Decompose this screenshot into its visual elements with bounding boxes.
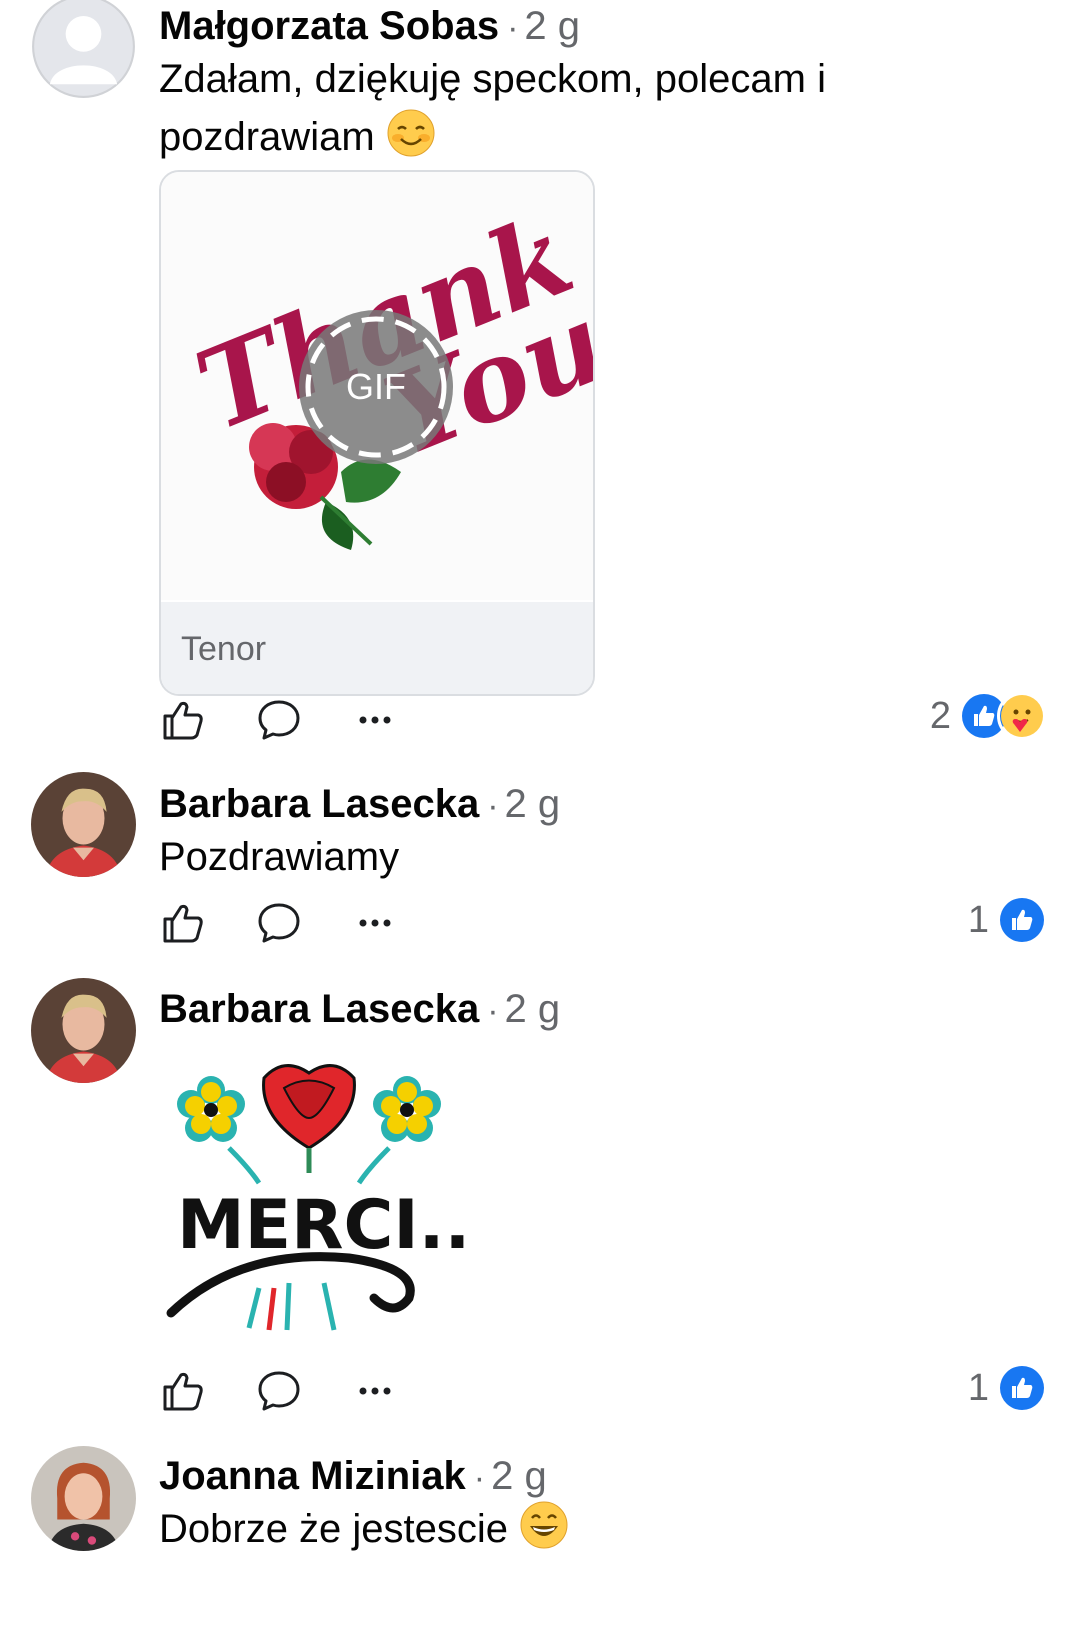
thumbs-up-outline-icon [163, 701, 203, 740]
rose-center [262, 1064, 356, 1173]
author-name[interactable]: Barbara Lasecka [159, 782, 479, 826]
reaction-summary[interactable]: 2 [929, 691, 1047, 741]
more-dots-icon [359, 1387, 391, 1395]
flower-left [177, 1076, 245, 1142]
author-name[interactable]: Barbara Lasecka [159, 987, 479, 1031]
reply-button[interactable] [255, 696, 303, 744]
avatar-barbara[interactable] [31, 978, 136, 1083]
flower-right [373, 1076, 441, 1142]
smiling-blush-emoji-icon [386, 108, 436, 158]
more-dots-icon [359, 919, 391, 927]
more-button[interactable] [351, 696, 399, 744]
reply-button[interactable] [255, 1367, 303, 1415]
avatar-default[interactable] [31, 0, 136, 99]
reaction-count: 1 [967, 898, 989, 941]
thumbs-up-outline-icon [163, 1372, 203, 1411]
author-name[interactable]: Joanna Miziniak [159, 1454, 466, 1498]
comment-time[interactable]: 2 g [491, 1454, 547, 1498]
gif-source: Tenor [161, 602, 593, 694]
reaction-summary[interactable]: 1 [967, 895, 1047, 945]
like-button[interactable] [159, 696, 207, 744]
author-name[interactable]: Małgorzata Sobas [159, 4, 499, 48]
reply-button[interactable] [255, 899, 303, 947]
like-reaction-icon [997, 895, 1047, 945]
reaction-count: 2 [929, 694, 951, 737]
like-button[interactable] [159, 899, 207, 947]
care-reaction-icon [997, 691, 1047, 741]
comment-time[interactable]: 2 g [505, 987, 561, 1031]
comment-text: Zdałam, dziękuję speckom, polecam i pozd… [159, 57, 826, 159]
reaction-summary[interactable]: 1 [967, 1363, 1047, 1413]
speech-bubble-icon [258, 903, 300, 943]
more-button[interactable] [351, 899, 399, 947]
avatar-barbara[interactable] [31, 772, 136, 877]
reaction-count: 1 [967, 1366, 989, 1409]
comment-time[interactable]: 2 g [505, 782, 561, 826]
speech-bubble-icon [258, 1371, 300, 1411]
comment-text: Dobrze że jestescie [159, 1500, 919, 1558]
comment-text: Pozdrawiamy [159, 835, 400, 879]
comment-time[interactable]: 2 g [524, 4, 580, 48]
more-dots-icon [359, 716, 391, 724]
gif-attachment[interactable]: Thank You GIF Tenor [159, 170, 595, 696]
speech-bubble-icon [258, 700, 300, 740]
more-button[interactable] [351, 1367, 399, 1415]
grinning-emoji-icon [519, 1500, 569, 1550]
thumbs-up-outline-icon [163, 904, 203, 943]
merci-sticker[interactable]: MERCI... [159, 1048, 496, 1343]
like-reaction-icon [997, 1363, 1047, 1413]
like-button[interactable] [159, 1367, 207, 1415]
gif-play-badge[interactable]: GIF [299, 310, 453, 464]
avatar-joanna[interactable] [31, 1446, 136, 1551]
